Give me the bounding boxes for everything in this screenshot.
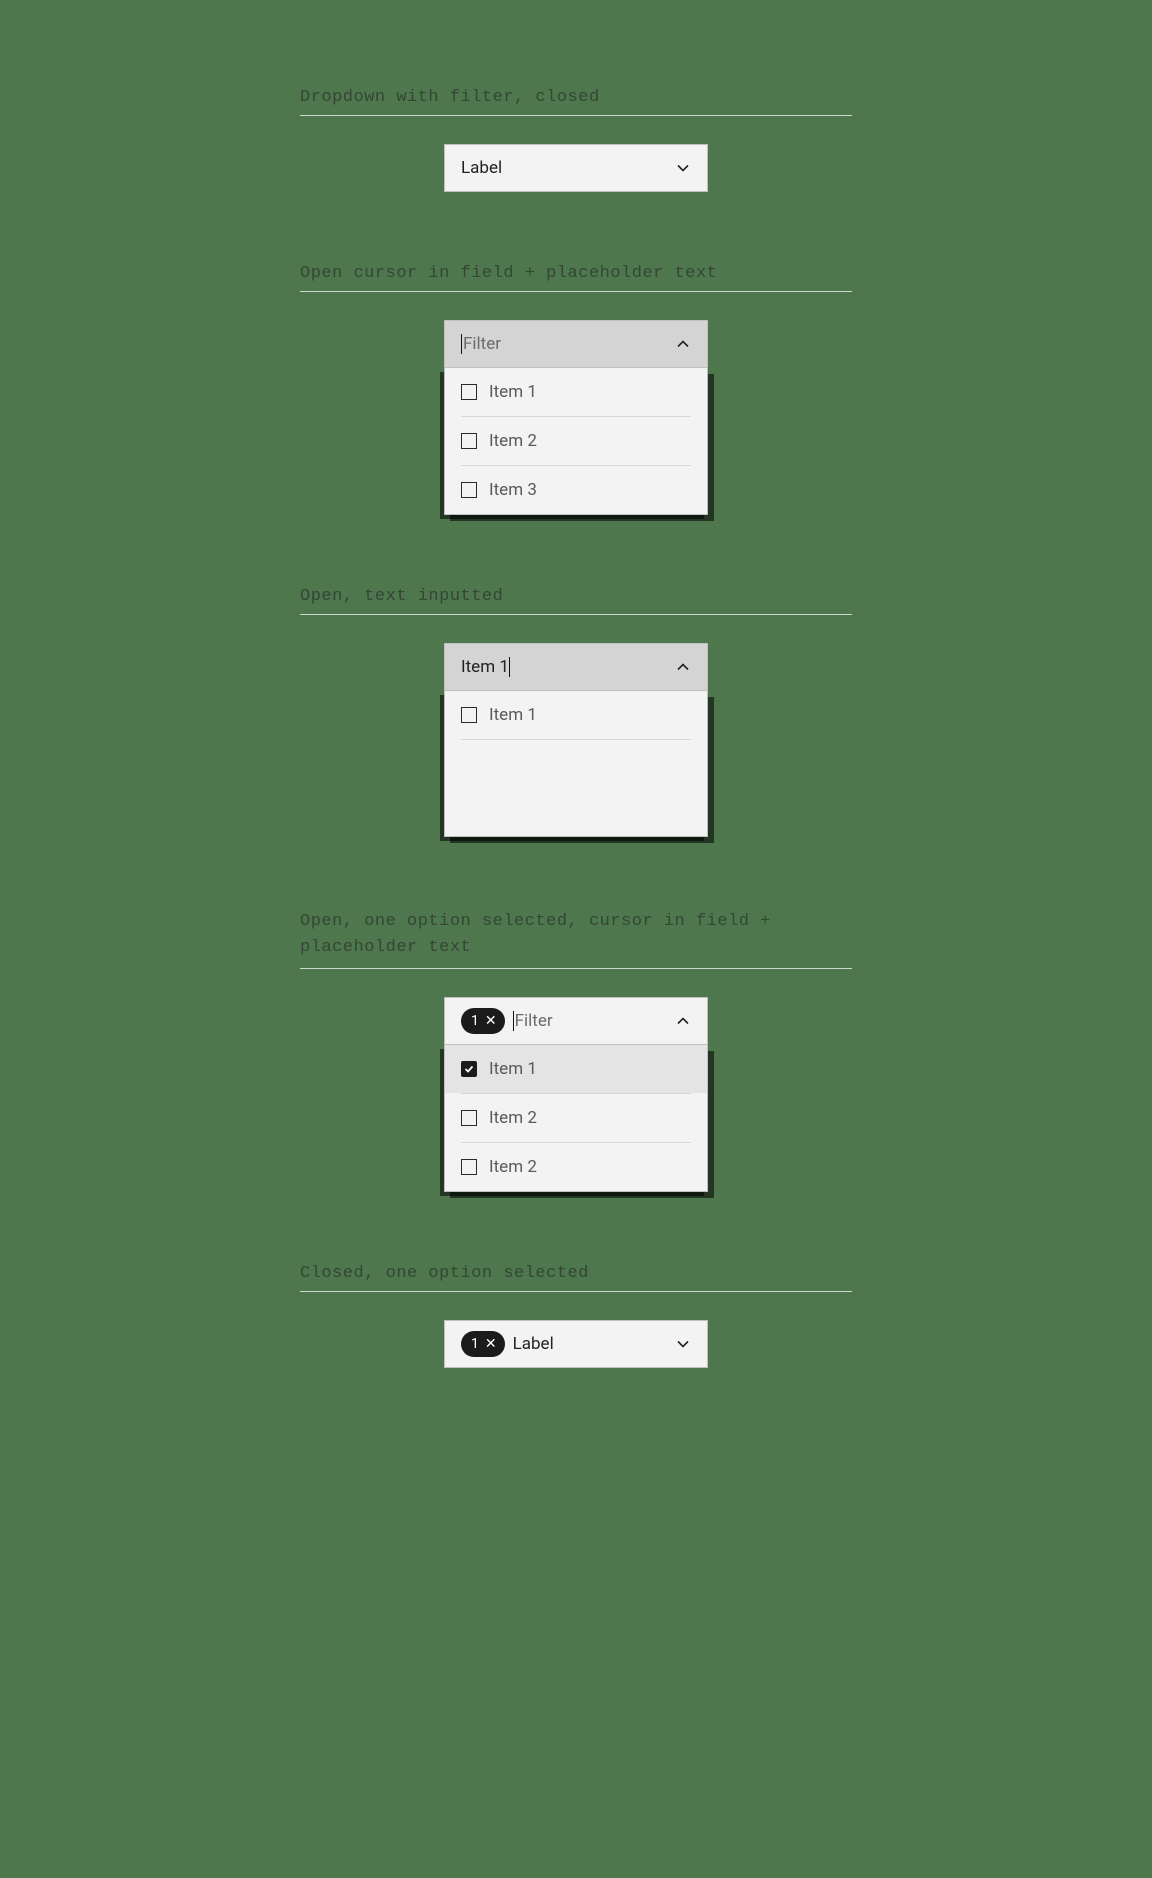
section-open-selected: Open, one option selected, cursor in fie… (300, 909, 852, 1192)
section-closed-selected: Closed, one option selected 1 ✕ Label (300, 1264, 852, 1368)
section-divider (300, 968, 852, 969)
section-open-typed: Open, text inputted Item 1 Item 1 (300, 587, 852, 837)
menu-item-label: Item 2 (489, 1157, 537, 1177)
selection-count-chip[interactable]: 1 ✕ (461, 1331, 505, 1357)
selection-count: 1 (471, 1336, 479, 1352)
close-icon: ✕ (485, 1337, 497, 1351)
dropdown-menu: Item 1 Item 2 Item 3 (444, 368, 708, 515)
chevron-down-icon (675, 160, 691, 176)
section-title: Open, text inputted (300, 587, 852, 606)
section-title: Open, one option selected, cursor in fie… (300, 909, 852, 960)
chevron-down-icon (675, 1336, 691, 1352)
checkbox-unchecked-icon[interactable] (461, 707, 477, 723)
section-closed: Dropdown with filter, closed Label (300, 88, 852, 192)
dropdown-field[interactable]: Label (444, 144, 708, 192)
checkbox-unchecked-icon[interactable] (461, 433, 477, 449)
menu-item[interactable]: Item 1 (445, 691, 707, 739)
selection-count-chip[interactable]: 1 ✕ (461, 1008, 505, 1034)
checkbox-checked-icon[interactable] (461, 1061, 477, 1077)
section-divider (300, 614, 852, 615)
menu-item[interactable]: Item 2 (445, 1094, 707, 1142)
menu-item-label: Item 1 (489, 705, 537, 725)
text-cursor (509, 657, 510, 677)
menu-item[interactable]: Item 2 (445, 1143, 707, 1191)
section-open-placeholder: Open cursor in field + placeholder text … (300, 264, 852, 515)
dropdown-closed: 1 ✕ Label (444, 1320, 708, 1368)
text-cursor (461, 334, 462, 354)
menu-divider (461, 739, 691, 740)
section-title: Dropdown with filter, closed (300, 88, 852, 107)
dropdown-label: Label (513, 1334, 554, 1354)
menu-item-label: Item 3 (489, 480, 537, 500)
menu-item-label: Item 2 (489, 431, 537, 451)
checkbox-unchecked-icon[interactable] (461, 1110, 477, 1126)
menu-item-label: Item 2 (489, 1108, 537, 1128)
filter-value: Item 1 (461, 657, 509, 677)
dropdown-menu: Item 1 Item 2 Item 2 (444, 1045, 708, 1192)
dropdown-field[interactable]: Filter (444, 320, 708, 368)
dropdown-field[interactable]: 1 ✕ Filter (444, 997, 708, 1045)
dropdown-closed: Label (444, 144, 708, 192)
section-title: Open cursor in field + placeholder text (300, 264, 852, 283)
menu-item[interactable]: Item 1 (445, 368, 707, 416)
selection-count: 1 (471, 1013, 479, 1029)
dropdown-open: Filter Item 1 Item 2 I (444, 320, 708, 515)
chevron-up-icon (675, 1013, 691, 1029)
dropdown-label: Label (461, 158, 502, 178)
menu-item[interactable]: Item 2 (445, 417, 707, 465)
text-cursor (513, 1011, 514, 1031)
menu-item-label: Item 1 (489, 1059, 537, 1079)
close-icon: ✕ (485, 1014, 497, 1028)
dropdown-menu: Item 1 (444, 691, 708, 837)
section-divider (300, 1291, 852, 1292)
menu-item-selected[interactable]: Item 1 (445, 1045, 707, 1093)
checkbox-unchecked-icon[interactable] (461, 1159, 477, 1175)
dropdown-field[interactable]: 1 ✕ Label (444, 1320, 708, 1368)
chevron-up-icon (675, 336, 691, 352)
menu-item-label: Item 1 (489, 382, 537, 402)
filter-placeholder: Filter (463, 334, 501, 354)
menu-item[interactable]: Item 3 (445, 466, 707, 514)
dropdown-open: Item 1 Item 1 (444, 643, 708, 837)
section-divider (300, 291, 852, 292)
filter-placeholder: Filter (515, 1011, 553, 1031)
section-divider (300, 115, 852, 116)
section-title: Closed, one option selected (300, 1264, 852, 1283)
checkbox-unchecked-icon[interactable] (461, 384, 477, 400)
chevron-up-icon (675, 659, 691, 675)
dropdown-field[interactable]: Item 1 (444, 643, 708, 691)
checkbox-unchecked-icon[interactable] (461, 482, 477, 498)
dropdown-open: 1 ✕ Filter Item 1 (444, 997, 708, 1192)
